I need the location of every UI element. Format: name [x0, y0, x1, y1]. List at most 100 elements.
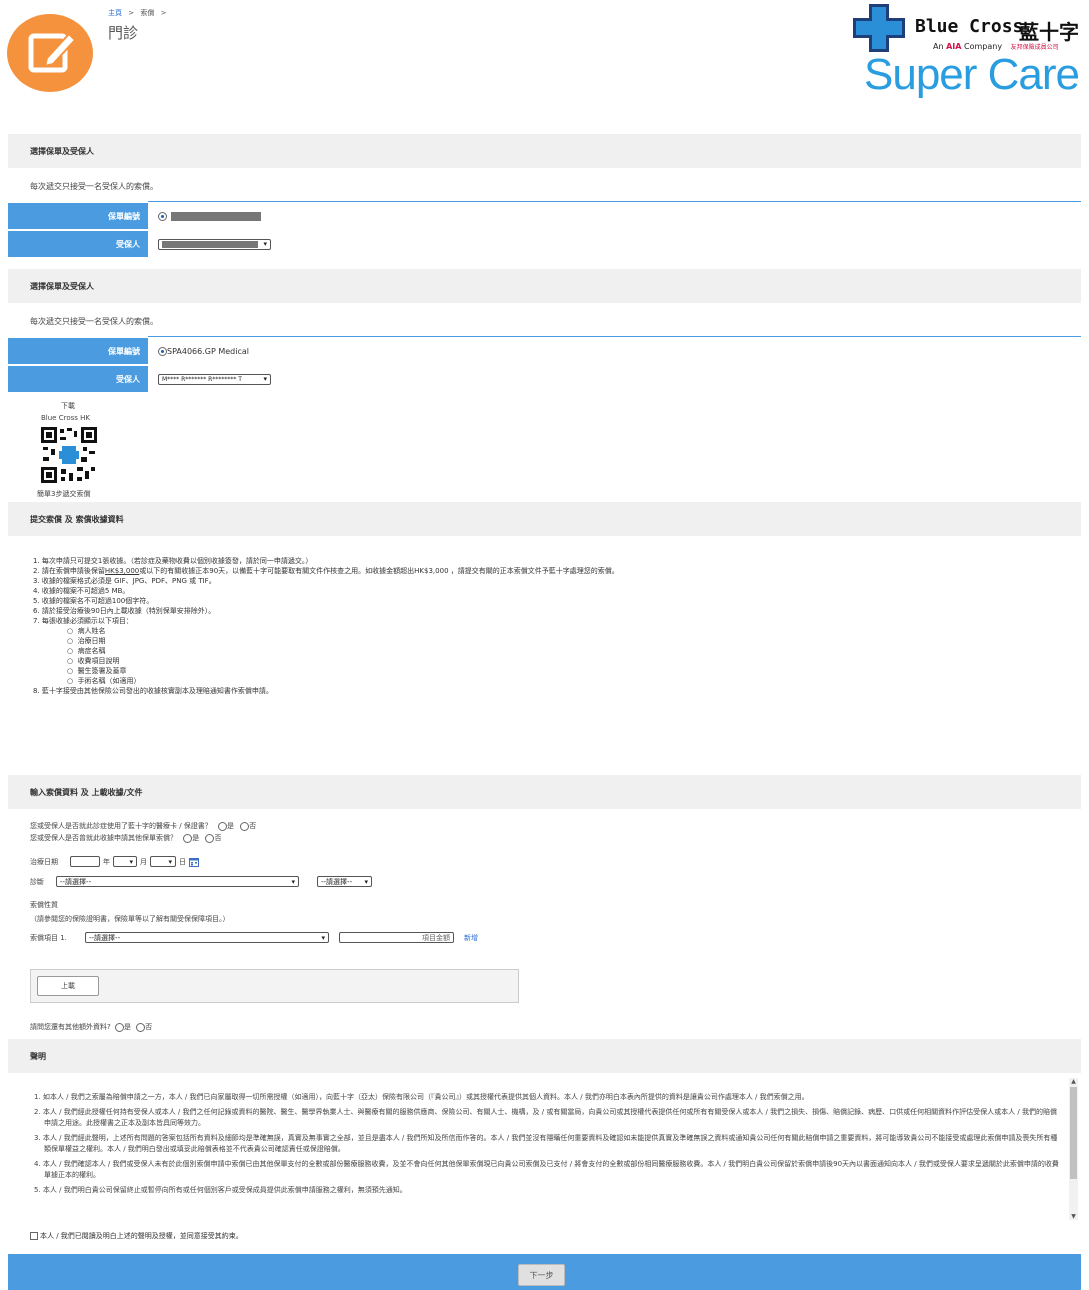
- question-text: 您或受保人是否就此診症使用了藍十字的醫療卡 / 保證書？: [30, 822, 212, 830]
- item2-text: 或以下的有關收據正本90天，以備藍十字可能要取有關文件作核查之用。如收據金額超出…: [139, 567, 619, 575]
- breadcrumb-claims-link[interactable]: 索償: [140, 9, 154, 17]
- extra-no-radio[interactable]: [136, 1022, 146, 1032]
- section-note: 每次遞交只接受一名受保人的索償。: [30, 317, 158, 326]
- upload-button[interactable]: 上載: [37, 976, 99, 996]
- diagnosis-select-value: --請選擇--: [60, 877, 92, 886]
- scrollbar-thumb[interactable]: [1070, 1087, 1077, 1179]
- list-subitem: ○ 病症名稱: [67, 647, 106, 655]
- breadcrumb-separator: >: [128, 9, 135, 17]
- diagnosis-row: 診斷 --請選擇-- ▾ --請選擇-- ▾: [30, 876, 372, 887]
- add-item-link[interactable]: 新增: [464, 933, 478, 943]
- chevron-down-icon: ▾: [129, 857, 133, 866]
- section-heading: 輸入索償資料 及 上載收據/文件: [8, 775, 1081, 809]
- product-name: Super Care: [864, 50, 1080, 99]
- brand-logo: Blue Cross 藍十字 An AIA Company 友邦保險成員公司 S…: [853, 4, 1083, 114]
- agree-checkbox[interactable]: [30, 1232, 38, 1240]
- item2-link[interactable]: HK$3,000: [105, 567, 139, 575]
- extra-no-label: 否: [145, 1023, 153, 1031]
- scroll-up-arrow[interactable]: ▲: [1069, 1078, 1078, 1085]
- subitem-text: 病症名稱: [77, 647, 106, 655]
- year-label: 年: [103, 857, 110, 866]
- subitem-text: 收費項目說明: [77, 657, 120, 665]
- agree-row: 本人 / 我們已閱讀及明白上述的聲明及授權，並同意接受其約束。: [30, 1231, 243, 1241]
- list-item: 8. 藍十字接受由其他保險公司發出的收據核實副本及理賠通知書作索償申請。: [33, 687, 273, 695]
- year-input[interactable]: [70, 856, 100, 867]
- list-item: 2. 請在索償申請後保留HK$3,000或以下的有關收據正本90天，以備藍十字可…: [33, 566, 619, 576]
- policy-value: SPA4066.GP Medical: [167, 346, 249, 356]
- insured-value: M**** R******* R******** T: [162, 375, 242, 383]
- day-select[interactable]: ▾: [150, 856, 176, 867]
- upload-panel: [30, 969, 519, 1003]
- yes-radio[interactable]: [218, 821, 228, 831]
- list-item: 7. 每張收據必須顯示以下項目：: [33, 617, 133, 625]
- chevron-down-icon: ▾: [263, 375, 267, 383]
- no-label: 否: [214, 834, 222, 842]
- insured-row: 受保人 M**** R******* R******** T ▾: [8, 366, 1081, 392]
- extra-yes-radio[interactable]: [114, 1022, 124, 1032]
- question-text: 您或受保人是否曾就此收據申請其他保單索償？: [30, 834, 177, 842]
- list-subitem: ○ 收費項目說明: [67, 657, 120, 665]
- treatment-date-row: 治療日期 年 ▾ 月 ▾ 日: [30, 856, 199, 867]
- month-select[interactable]: ▾: [113, 856, 137, 867]
- breadcrumb-separator: >: [160, 9, 167, 17]
- scrollbar[interactable]: ▲ ▼: [1069, 1078, 1078, 1220]
- scroll-down-arrow[interactable]: ▼: [1069, 1213, 1078, 1220]
- instructions-list: 1. 每次申請只可提交1張收據。（若診症及藥物收費以個別收據簽發，請於同一申請遞…: [33, 556, 619, 696]
- breadcrumb-home-link[interactable]: 主頁: [108, 9, 122, 17]
- insured-value-redacted: [162, 240, 258, 248]
- calendar-icon[interactable]: [189, 857, 199, 867]
- agree-label: 本人 / 我們已閱讀及明白上述的聲明及授權，並同意接受其約束。: [40, 1232, 243, 1240]
- declaration-para: 2. 本人 / 我們經此授權任何持有受保人或本人 / 我們之任何記錄或資料的醫院…: [34, 1108, 1057, 1127]
- policy-row: 保單編號: [8, 203, 1081, 229]
- policy-label: 保單編號: [8, 338, 148, 364]
- claim-nature-label: 索償性質: [30, 901, 58, 909]
- yes-radio[interactable]: [183, 833, 193, 843]
- brand-name: Blue Cross: [915, 16, 1024, 37]
- extra-info-question: 請問您還有其他額外資料?: [30, 1023, 111, 1031]
- section-heading: 聲明: [8, 1039, 1081, 1073]
- list-item: 3. 收據的檔案格式必須是 GIF、JPG、PDF、PNG 或 TIF。: [33, 577, 216, 585]
- list-subitem: ○ 治療日期: [67, 637, 106, 645]
- list-item: 1. 每次申請只可提交1張收據。（若診症及藥物收費以個別收據簽發，請於同一申請遞…: [33, 557, 313, 565]
- insured-label: 受保人: [8, 231, 148, 257]
- question-card: 您或受保人是否就此診症使用了藍十字的醫療卡 / 保證書？ 是 否: [30, 821, 256, 831]
- extra-yes-label: 是: [123, 1023, 131, 1031]
- insured-select[interactable]: M**** R******* R******** T ▾: [158, 373, 271, 385]
- next-button[interactable]: 下一步: [518, 1264, 565, 1286]
- insured-select[interactable]: ▾: [158, 238, 271, 250]
- list-item: 5. 收據的檔案名不可超過100個字符。: [33, 597, 154, 605]
- amount-input[interactable]: 項目金額: [339, 932, 454, 943]
- policy-label: 保單編號: [8, 203, 148, 229]
- section-heading: 選擇保單及受保人: [8, 269, 1081, 303]
- policy-row: 保單編號 SPA4066.GP Medical: [8, 338, 1081, 364]
- day-label: 日: [179, 857, 186, 866]
- policy-radio[interactable]: [158, 211, 167, 221]
- declaration-scroll[interactable]: 1. 如本人 / 我們之索屬為賠償申請之一方，本人 / 我們已向家屬取得一切所需…: [8, 1078, 1079, 1220]
- claim-item-value: --請選擇--: [89, 933, 121, 942]
- no-label: 否: [249, 822, 257, 830]
- page-title: 門診: [108, 24, 139, 42]
- section-heading: 提交索償 及 索償收據資料: [8, 502, 1081, 536]
- app-promo-line3: 簡單3步遞交索償: [37, 490, 91, 498]
- declaration-para: 5. 本人 / 我們明白貴公司保留終止或暫停向所有或任何個別客戶或受保成員提供此…: [34, 1186, 407, 1194]
- chevron-down-icon: ▾: [263, 240, 267, 248]
- qr-code-icon[interactable]: [41, 427, 97, 483]
- claim-item-select[interactable]: --請選擇-- ▾: [85, 932, 329, 943]
- month-label: 月: [140, 857, 147, 866]
- date-label: 治療日期: [30, 857, 58, 866]
- edit-icon: [28, 32, 77, 73]
- subitem-text: 病人姓名: [77, 627, 106, 635]
- divider: [148, 336, 1081, 337]
- list-subitem: ○ 醫生簽署及蓋章: [67, 667, 127, 675]
- extra-info-row: 請問您還有其他額外資料? 是 否: [30, 1022, 152, 1032]
- declaration-para: 1. 如本人 / 我們之索屬為賠償申請之一方，本人 / 我們已向家屬取得一切所需…: [34, 1093, 809, 1101]
- question-other-policy: 您或受保人是否曾就此收據申請其他保單索償？ 是 否: [30, 833, 221, 843]
- section-heading: 選擇保單及受保人: [8, 134, 1081, 168]
- section-note: 每次遞交只接受一名受保人的索償。: [30, 182, 158, 191]
- diagnosis-select[interactable]: --請選擇-- ▾: [56, 876, 299, 887]
- no-radio[interactable]: [205, 833, 215, 843]
- diagnosis-sub-select[interactable]: --請選擇-- ▾: [317, 876, 372, 887]
- policy-radio[interactable]: [158, 346, 167, 356]
- breadcrumb: 主頁 > 索償 >: [108, 8, 170, 18]
- no-radio[interactable]: [240, 821, 250, 831]
